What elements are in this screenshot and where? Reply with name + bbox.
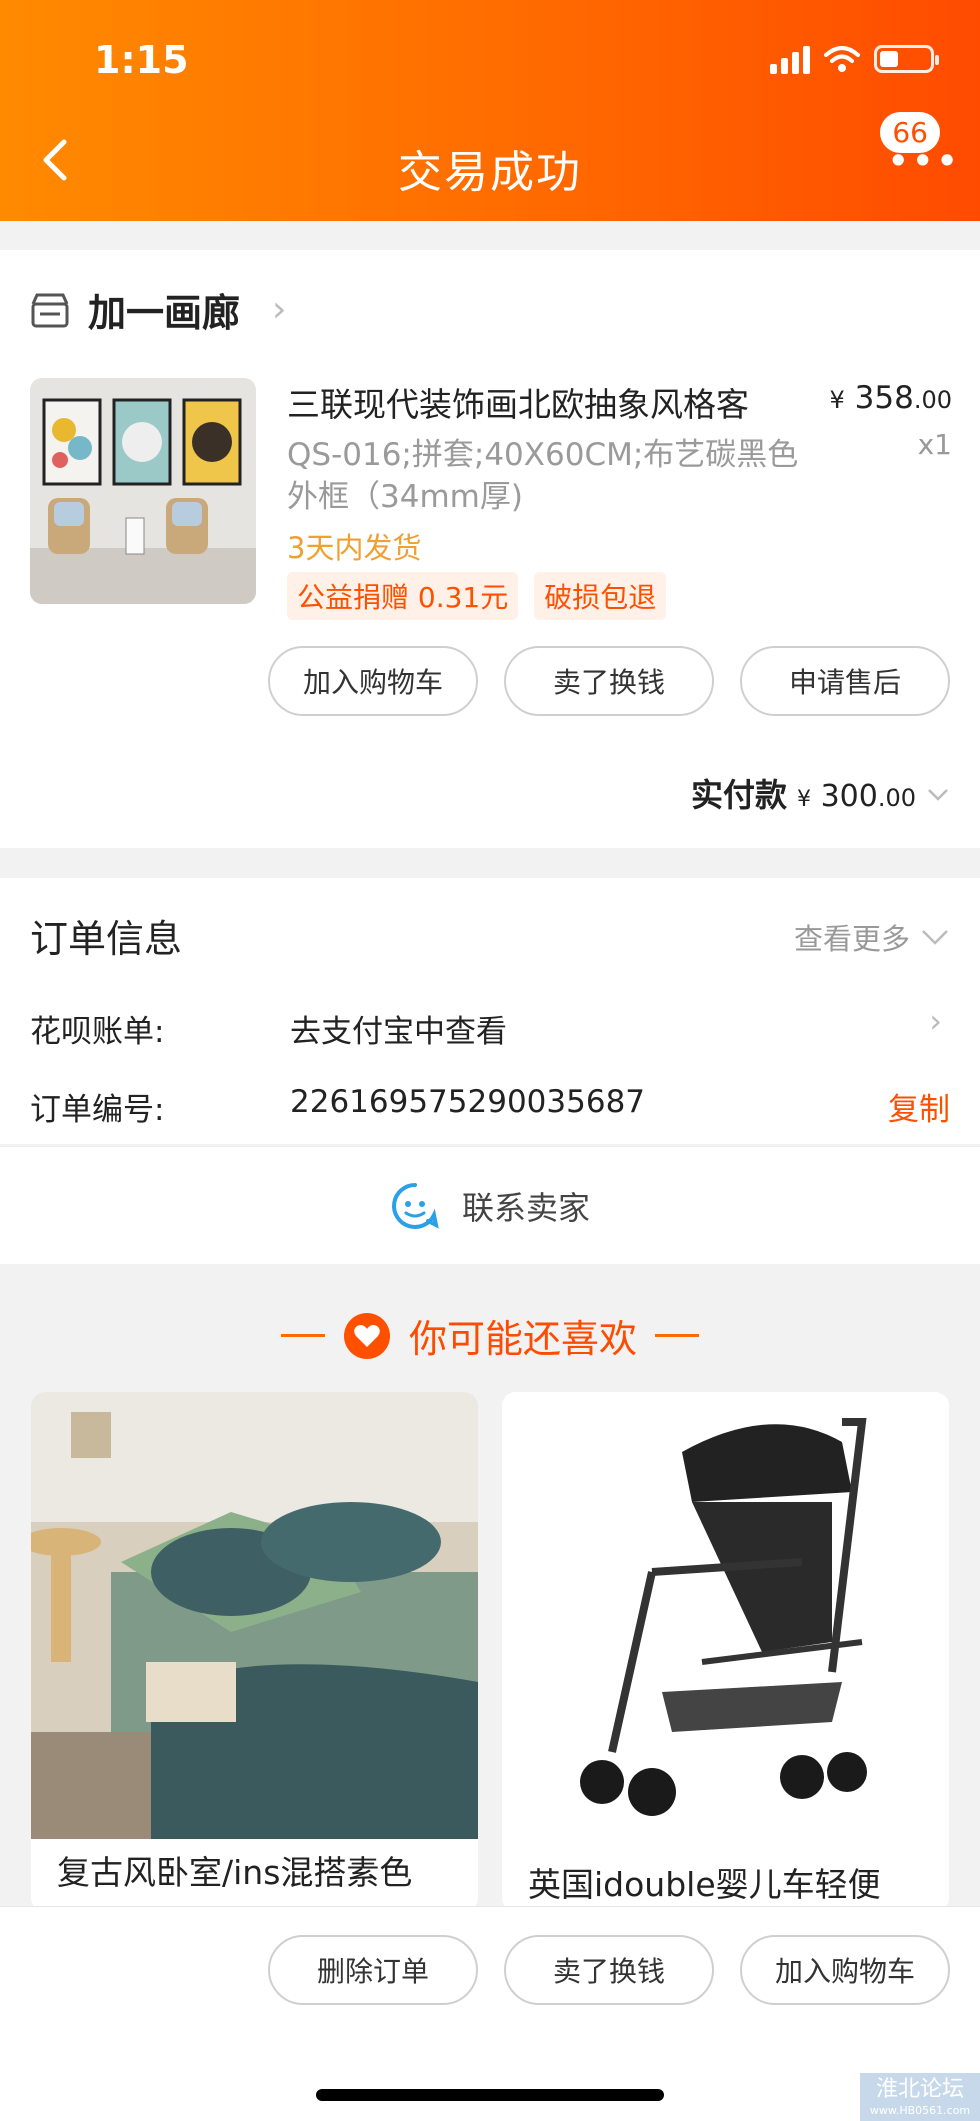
status-time: 1:15 — [94, 38, 189, 82]
price-decimal: .00 — [913, 386, 952, 414]
order-card: 加一画廊 › 三联现代装饰画北欧抽象风格客 QS-016;拼套;40X60CM;… — [0, 250, 980, 848]
recommend-header: 你可能还喜欢 — [0, 1308, 980, 1363]
watermark-text: 淮北论坛 — [875, 2076, 964, 2102]
shop-row[interactable]: 加一画廊 › — [30, 282, 286, 337]
tag-damage-return: 破损包退 — [534, 572, 667, 620]
price-integer: 358 — [854, 380, 914, 416]
decor-line-left — [280, 1334, 325, 1337]
decor-line-right — [655, 1334, 699, 1337]
contact-seller-button[interactable]: 联系卖家 — [0, 1147, 980, 1265]
huabei-label: 花呗账单: — [30, 1014, 165, 1050]
recommend-item-name: 英国idouble婴儿车轻便 — [528, 1865, 881, 1904]
order-number-label: 订单编号: — [30, 1092, 165, 1128]
product-image[interactable] — [30, 378, 256, 604]
watermark: 淮北论坛 www.HB0561.com — [860, 2073, 980, 2121]
copy-button[interactable]: 复制 — [888, 1084, 950, 1129]
recommend-item[interactable]: 复古风卧室/ins混搭素色 — [31, 1392, 478, 1912]
shipping-info: 3天内发货 — [287, 531, 422, 565]
header: 1:15 交易成功 ••• 66 — [0, 0, 980, 221]
see-more-label: 查看更多 — [793, 922, 910, 956]
add-to-cart-button[interactable]: 加入购物车 — [268, 646, 478, 716]
tag-donation: 公益捐赠 0.31元 — [287, 572, 519, 620]
wifi-icon — [824, 46, 860, 72]
contact-card: 联系卖家 — [0, 1146, 980, 1264]
product-title[interactable]: 三联现代装饰画北欧抽象风格客 — [287, 378, 807, 426]
chevron-down-icon — [922, 930, 948, 945]
huabei-link[interactable]: 去支付宝中查看 — [290, 1006, 507, 1051]
add-to-cart-button[interactable]: 加入购物车 — [740, 1935, 950, 2005]
currency-symbol: ¥ — [829, 386, 845, 414]
battery-icon — [874, 45, 939, 73]
chat-bot-icon — [392, 1183, 439, 1229]
product-quantity: x1 — [917, 428, 952, 461]
chevron-right-icon[interactable]: › — [929, 1002, 942, 1040]
shop-name: 加一画廊 — [88, 291, 241, 335]
delete-order-button[interactable]: 删除订单 — [268, 1935, 478, 2005]
chevron-down-icon — [928, 789, 948, 801]
recommend-item-name: 复古风卧室/ins混搭素色 — [57, 1853, 413, 1892]
recommend-item[interactable]: 英国idouble婴儿车轻便 — [502, 1392, 949, 1912]
home-indicator[interactable] — [316, 2089, 664, 2101]
more-button[interactable]: ••• 66 — [880, 110, 957, 180]
product-tags: 公益捐赠 0.31元 破损包退 — [287, 572, 667, 620]
paid-decimal: .00 — [877, 784, 916, 812]
paid-currency: ¥ — [797, 787, 812, 812]
paid-label: 实付款 — [691, 776, 788, 814]
order-info-title: 订单信息 — [30, 917, 183, 961]
resell-button[interactable]: 卖了换钱 — [504, 1935, 714, 2005]
signal-icon — [770, 44, 810, 74]
status-icons — [770, 44, 939, 74]
chevron-right-icon: › — [272, 289, 287, 330]
recommend-item-image — [502, 1392, 949, 1839]
resell-button[interactable]: 卖了换钱 — [504, 646, 714, 716]
bottom-action-bar: 删除订单 卖了换钱 加入购物车 — [0, 1906, 980, 2121]
heart-icon — [343, 1312, 390, 1359]
product-price: ¥ 358.00 — [830, 380, 952, 416]
see-more-button[interactable]: 查看更多 — [794, 916, 950, 958]
order-info-card: 订单信息 查看更多 花呗账单: 去支付宝中查看 › 订单编号: 22616957… — [0, 878, 980, 1144]
recommend-item-image — [31, 1392, 478, 1839]
message-badge: 66 — [880, 112, 940, 153]
paid-value: ¥ 300.00 — [797, 779, 916, 814]
page-title: 交易成功 — [398, 147, 582, 198]
contact-seller-label: 联系卖家 — [461, 1189, 590, 1227]
product-spec: QS-016;拼套;40X60CM;布艺碳黑色外框（34mm厚) — [287, 437, 799, 515]
watermark-url: www.HB0561.com — [869, 2103, 971, 2117]
paid-amount-row[interactable]: 实付款 ¥ 300.00 — [691, 770, 950, 816]
paid-integer: 300 — [820, 779, 878, 814]
order-number-value: 226169575290035687 — [290, 1084, 646, 1120]
after-sales-button[interactable]: 申请售后 — [740, 646, 950, 716]
recommend-title: 你可能还喜欢 — [408, 1317, 637, 1361]
order-actions: 加入购物车 卖了换钱 申请售后 — [268, 646, 950, 716]
shop-icon — [31, 293, 69, 327]
bottom-actions: 删除订单 卖了换钱 加入购物车 — [268, 1935, 950, 2005]
